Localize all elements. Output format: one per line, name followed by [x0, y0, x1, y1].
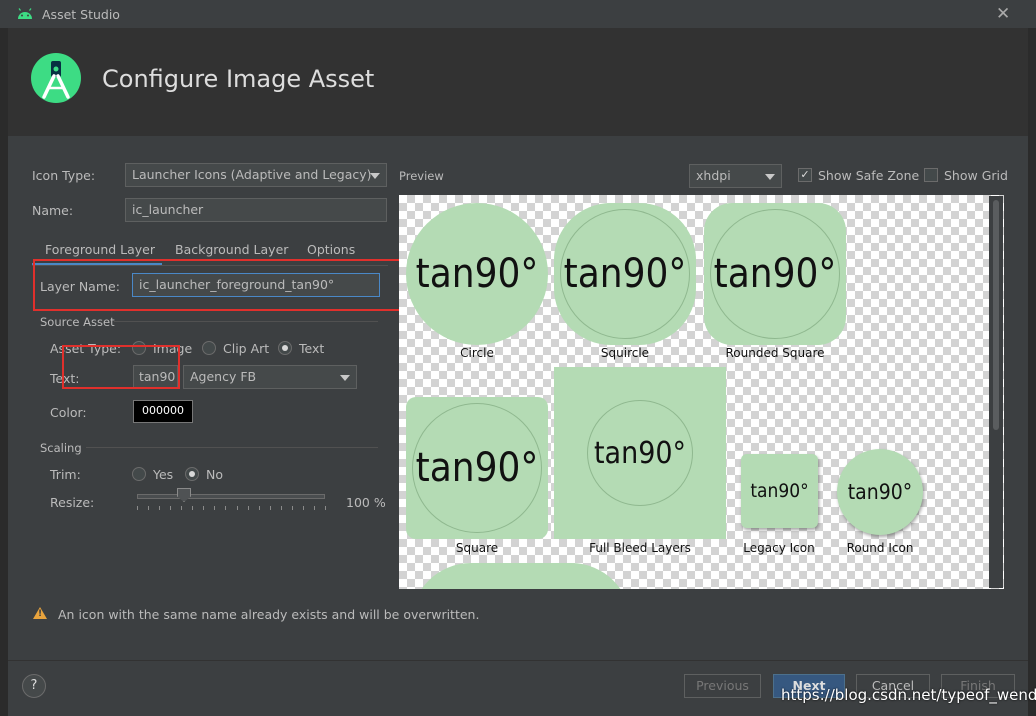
icon-type-value: Launcher Icons (Adaptive and Legacy): [132, 167, 372, 182]
slider-tick: [137, 506, 138, 510]
slider-tick: [325, 506, 326, 510]
slider-tick: [313, 506, 315, 510]
circle-icon-preview: tan90°: [406, 203, 548, 345]
circle-icon-text: tan90°: [415, 251, 539, 297]
trim-label: Trim:: [50, 467, 81, 482]
slider-tick: [280, 506, 282, 510]
caption-squircle: Squircle: [600, 346, 650, 360]
scaling-label: Scaling: [40, 441, 82, 455]
slider-tick: [192, 506, 194, 510]
resize-value: 100 %: [346, 495, 386, 510]
squircle-icon-text: tan90°: [563, 251, 687, 297]
rounded-square-icon-preview: tan90°: [704, 203, 846, 345]
preview-label: Preview: [399, 169, 444, 183]
preview-scrollbar-thumb[interactable]: [993, 200, 999, 430]
asset-type-clip-art-radio[interactable]: [202, 341, 216, 355]
tab-background-layer[interactable]: Background Layer: [175, 242, 288, 257]
slider-tick: [269, 506, 271, 510]
slider-tick: [236, 506, 238, 510]
android-icon: [18, 8, 32, 19]
caption-square: Square: [455, 541, 499, 555]
asset-type-clip-art-label: Clip Art: [223, 341, 270, 356]
chevron-down-icon: [765, 174, 775, 180]
name-input[interactable]: ic_launcher: [125, 198, 387, 222]
rounded-square-icon-text: tan90°: [713, 251, 837, 297]
caption-round-icon: Round Icon: [846, 541, 914, 555]
show-safe-zone-label: Show Safe Zone: [818, 168, 920, 183]
full-bleed-icon-preview: tan90°: [554, 367, 726, 539]
density-dropdown[interactable]: xhdpi: [689, 164, 782, 188]
square-icon-preview: tan90°: [406, 397, 548, 539]
title-bar: Asset Studio ✕: [0, 0, 1036, 28]
footer-divider: [8, 660, 1028, 661]
resize-slider-track[interactable]: [137, 494, 325, 499]
warning-icon-mark: !: [38, 609, 43, 619]
asset-type-text-radio[interactable]: [278, 341, 292, 355]
slider-tick: [203, 506, 205, 510]
highlight-box-layer-name: [33, 259, 419, 311]
chevron-down-icon: [340, 375, 350, 381]
dialog-header: Configure Image Asset: [8, 28, 1028, 136]
chevron-down-icon: [370, 173, 380, 179]
icon-type-dropdown[interactable]: Launcher Icons (Adaptive and Legacy): [125, 163, 387, 187]
android-studio-logo-icon: [31, 53, 81, 103]
warning-text: An icon with the same name already exist…: [58, 607, 480, 622]
watermark-text: https://blog.csdn.net/typeof_wendu: [781, 686, 1036, 704]
legacy-icon-text: tan90°: [750, 480, 809, 502]
slider-tick: [181, 506, 183, 510]
source-asset-divider: [114, 321, 378, 322]
slider-tick: [225, 506, 227, 510]
trim-yes-radio[interactable]: [132, 467, 146, 481]
previous-button[interactable]: Previous: [684, 674, 761, 698]
density-value: xhdpi: [696, 168, 731, 183]
preview-canvas: tan90° Circle tan90° Squircle tan90° Rou…: [399, 195, 1004, 589]
slider-tick: [302, 506, 304, 510]
slider-tick: [148, 506, 150, 510]
slider-tick: [291, 506, 293, 510]
font-value: Agency FB: [190, 369, 257, 384]
next-icon-preview-partial: [411, 563, 631, 589]
slider-tick: [247, 506, 249, 510]
color-label: Color:: [50, 405, 87, 420]
round-icon-preview: tan90°: [837, 449, 923, 535]
icon-type-label: Icon Type:: [32, 168, 96, 183]
tab-options[interactable]: Options: [307, 242, 355, 257]
caption-full-bleed-layers: Full Bleed Layers: [589, 541, 691, 555]
caption-circle: Circle: [460, 346, 494, 360]
slider-tick: [159, 506, 161, 510]
asset-type-text-label: Text: [299, 341, 325, 356]
slider-tick: [258, 506, 260, 510]
highlight-box-text: [62, 345, 180, 389]
help-button[interactable]: ?: [22, 674, 46, 698]
source-asset-label: Source Asset: [40, 315, 115, 329]
squircle-icon-preview: tan90°: [554, 203, 696, 345]
show-grid-label: Show Grid: [944, 168, 1008, 183]
trim-yes-label: Yes: [153, 467, 174, 482]
resize-slider-ticks: [137, 506, 326, 512]
close-icon[interactable]: ✕: [996, 4, 1010, 24]
color-swatch[interactable]: 000000: [133, 400, 193, 423]
name-label: Name:: [32, 203, 74, 218]
trim-no-label: No: [206, 467, 223, 482]
show-grid-checkbox[interactable]: [924, 168, 938, 182]
full-bleed-icon-text: tan90°: [593, 435, 687, 471]
round-icon-text: tan90°: [847, 480, 913, 504]
page-title: Configure Image Asset: [102, 65, 375, 93]
resize-label: Resize:: [50, 495, 95, 510]
trim-no-radio[interactable]: [185, 467, 199, 481]
background-strip: [0, 28, 8, 716]
scaling-divider: [86, 447, 378, 448]
show-safe-zone-checkbox[interactable]: ✓: [798, 168, 812, 182]
window-title: Asset Studio: [42, 7, 120, 22]
caption-rounded-square: Rounded Square: [725, 346, 825, 360]
square-icon-text: tan90°: [415, 445, 539, 491]
slider-tick: [214, 506, 216, 510]
font-dropdown[interactable]: Agency FB: [183, 365, 357, 389]
slider-tick: [170, 506, 172, 510]
tab-foreground-layer[interactable]: Foreground Layer: [45, 242, 155, 257]
legacy-icon-preview: tan90°: [741, 454, 818, 528]
caption-legacy-icon: Legacy Icon: [743, 541, 815, 555]
